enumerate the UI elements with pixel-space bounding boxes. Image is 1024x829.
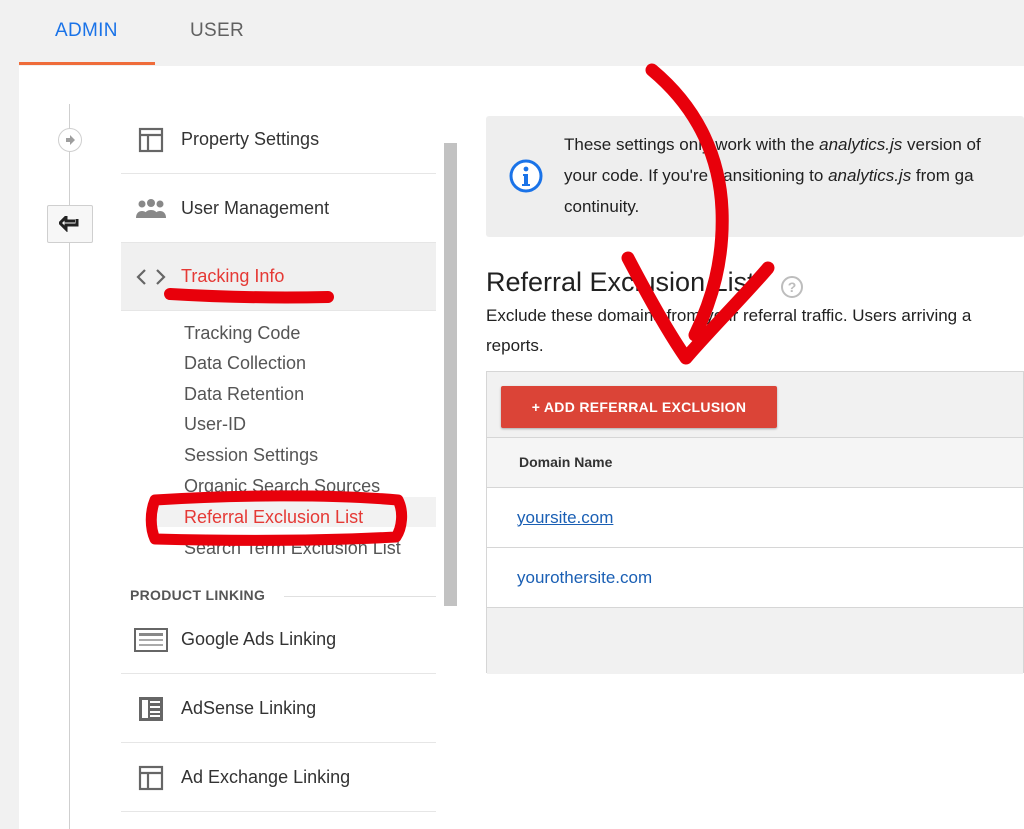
code-icon: [121, 268, 181, 286]
nav-label: AdSense Linking: [181, 698, 317, 718]
description-line-1: Exclude these domains from your referral…: [486, 306, 972, 325]
sub-item-user-id[interactable]: User-ID: [184, 414, 246, 435]
nav-label: Ad Exchange Linking: [181, 767, 351, 787]
sub-item-data-collection[interactable]: Data Collection: [184, 353, 306, 374]
add-referral-exclusion-button[interactable]: + ADD REFERRAL EXCLUSION: [501, 386, 777, 428]
info-text-line-3: continuity.: [564, 197, 640, 216]
back-arrow-icon: [59, 216, 79, 232]
nav-label: Tracking Info: [181, 266, 285, 286]
info-text-line-2: your code. If you're transitioning to an…: [564, 166, 974, 185]
layout-icon: [121, 765, 181, 791]
sub-item-referral-exclusion-list[interactable]: Referral Exclusion List: [184, 507, 363, 528]
nav-item-property-settings[interactable]: Property Settings: [121, 106, 436, 174]
section-label-product-linking: PRODUCT LINKING: [130, 587, 266, 603]
domain-link[interactable]: yoursite.com: [517, 508, 613, 528]
help-icon[interactable]: ?: [781, 276, 803, 298]
active-tab-indicator: [19, 62, 155, 65]
nav-item-google-ads-linking[interactable]: Google Ads Linking: [121, 606, 436, 674]
back-arrow-button[interactable]: [47, 205, 93, 243]
people-icon: [121, 198, 181, 220]
nav-item-adsense-linking[interactable]: AdSense Linking: [121, 675, 436, 743]
nav-label: Property Settings: [181, 129, 320, 149]
sub-item-data-retention[interactable]: Data Retention: [184, 384, 304, 405]
table-header: Domain Name: [487, 438, 1023, 488]
description-line-2: reports.: [486, 336, 544, 355]
table-row: yoursite.com: [487, 488, 1023, 548]
table-footer: [487, 608, 1023, 674]
analytics-admin-page: ADMIN USER Property Settings User Manage…: [0, 0, 1024, 829]
table-toolbar: + ADD REFERRAL EXCLUSION: [487, 372, 1023, 438]
adsense-icon: [121, 696, 181, 722]
sub-item-tracking-code[interactable]: Tracking Code: [184, 323, 300, 344]
referral-exclusion-table: + ADD REFERRAL EXCLUSION Domain Name you…: [486, 371, 1024, 674]
sub-item-organic-search-sources[interactable]: Organic Search Sources: [184, 476, 380, 497]
page-title: Referral Exclusion List: [486, 267, 755, 297]
nav-item-tracking-info[interactable]: Tracking Info: [121, 243, 436, 311]
nav-label: User Management: [181, 198, 330, 218]
top-tab-bar: ADMIN USER: [0, 0, 1024, 66]
section-divider: [284, 596, 436, 597]
domain-link[interactable]: yourothersite.com: [517, 568, 652, 588]
table-row: yourothersite.com: [487, 548, 1023, 608]
arrow-right-circle-icon[interactable]: [58, 128, 82, 152]
nav-label: Google Ads Linking: [181, 629, 337, 649]
nav-item-user-management[interactable]: User Management: [121, 175, 436, 243]
nav-scrollbar[interactable]: [444, 143, 457, 606]
info-icon: [509, 159, 543, 193]
info-text-line-1: These settings only work with the analyt…: [564, 135, 981, 154]
layout-icon: [121, 127, 181, 153]
tab-admin[interactable]: ADMIN: [55, 20, 118, 42]
nav-item-ad-exchange-linking[interactable]: Ad Exchange Linking: [121, 744, 436, 812]
column-header-domain-name[interactable]: Domain Name: [519, 454, 612, 470]
sub-item-search-term-exclusion-list[interactable]: Search Term Exclusion List: [184, 538, 401, 559]
tab-user[interactable]: USER: [190, 20, 244, 42]
sub-item-session-settings[interactable]: Session Settings: [184, 445, 318, 466]
ads-icon: [121, 627, 181, 652]
